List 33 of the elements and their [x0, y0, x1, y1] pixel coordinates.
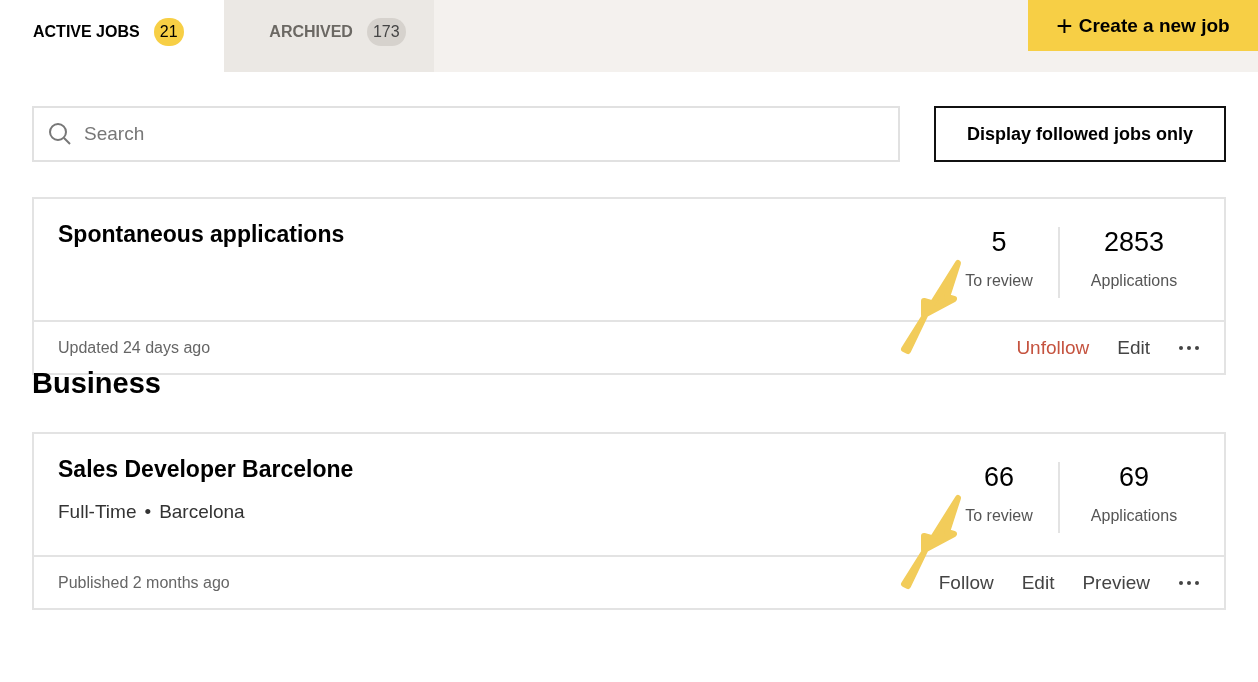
- more-icon[interactable]: [1178, 579, 1200, 586]
- stat-value: 69: [1118, 462, 1149, 493]
- updated-text: Published 2 months ago: [58, 573, 231, 592]
- more-icon[interactable]: [1178, 344, 1200, 351]
- job-detail: Barcelona: [159, 501, 245, 523]
- tab-label: ARCHIVED: [269, 23, 353, 41]
- search-icon: [48, 122, 72, 146]
- action-link[interactable]: Edit: [1021, 571, 1055, 594]
- stat-value: 2853: [1103, 227, 1165, 258]
- section-heading: Business: [32, 367, 162, 400]
- stat-label: To review: [965, 272, 1033, 290]
- filter-button[interactable]: Display followed jobs only: [934, 106, 1226, 162]
- separator-dot: •: [144, 501, 152, 523]
- action-link[interactable]: Preview: [1082, 571, 1150, 594]
- stat-label: Applications: [1090, 507, 1178, 525]
- stat-value: 5: [991, 227, 1007, 258]
- count-badge: 173: [366, 18, 406, 46]
- stat-label: To review: [965, 507, 1033, 525]
- job-title: Sales Developer Barcelone: [58, 456, 355, 483]
- create-job-button[interactable]: + Create a new job: [1028, 0, 1258, 51]
- tab-label: ACTIVE JOBS: [33, 23, 140, 41]
- count-badge: 21: [153, 18, 184, 46]
- job-detail: Full-Time: [58, 501, 137, 523]
- search-field[interactable]: Search: [32, 106, 900, 162]
- stat-label: Applications: [1090, 272, 1178, 290]
- unfollow-link[interactable]: Unfollow: [1016, 336, 1090, 359]
- stat-value: 66: [983, 462, 1014, 493]
- job-title: Spontaneous applications: [58, 221, 346, 248]
- tab[interactable]: ARCHIVED 173: [224, 0, 434, 72]
- action-link[interactable]: Edit: [1117, 336, 1150, 359]
- action-link[interactable]: Follow: [938, 571, 994, 594]
- updated-text: Updated 24 days ago: [58, 338, 212, 357]
- tab[interactable]: ACTIVE JOBS 21: [0, 0, 224, 72]
